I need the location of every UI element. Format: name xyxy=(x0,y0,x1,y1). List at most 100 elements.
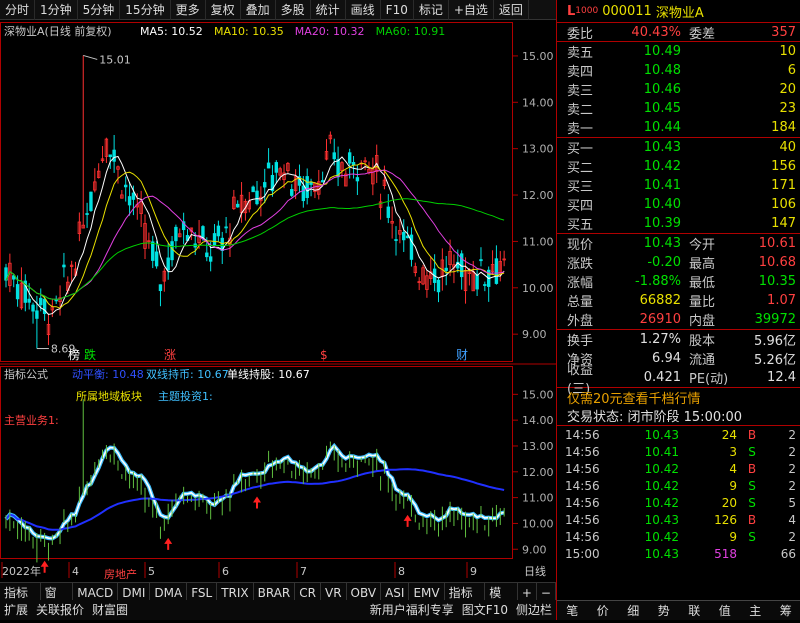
toolbar-item-3[interactable]: 15分钟 xyxy=(120,0,170,20)
chart-title: 深物业A(日线 前复权) xyxy=(4,24,112,38)
indicator-label-2: 单线持股: 10.67 xyxy=(227,367,310,381)
toolbar-item-2[interactable]: 5分钟 xyxy=(78,0,121,20)
ask-book: 卖五10.4910卖四10.486卖三10.4620卖二10.4523卖一10.… xyxy=(557,41,800,137)
trade-ticks: 14:5610.4324B214:5610.413S214:5610.424B2… xyxy=(557,425,800,562)
weibi-row: 委比 40.43% 委差 357 xyxy=(557,22,800,41)
stat-row: 现价10.43今开10.61 xyxy=(557,234,800,253)
candle-body xyxy=(124,185,127,187)
high-pointer xyxy=(83,55,97,59)
candle-body xyxy=(28,299,31,302)
candle-body xyxy=(445,268,448,270)
toolbar-item-6[interactable]: 叠加 xyxy=(241,0,276,20)
candle-body xyxy=(236,204,239,207)
toolbar-item-5[interactable]: 复权 xyxy=(206,0,241,20)
ask-row: 卖二10.4523 xyxy=(557,99,800,118)
toolbar-item-11[interactable]: 标记 xyxy=(414,0,449,20)
main-y-tick-label: 13.00 xyxy=(522,143,554,156)
candle-body xyxy=(36,311,39,319)
candle-body xyxy=(63,265,66,267)
trade-row: 14:5610.4324B2 xyxy=(557,426,800,443)
candle-body xyxy=(159,285,162,291)
toolbar-item-12[interactable]: +自选 xyxy=(449,0,494,20)
candle-body xyxy=(263,182,266,187)
trade-row: 14:5610.413S2 xyxy=(557,443,800,460)
quote-panel: L 1000 000011 深物业A 委比 40.43% 委差 357 卖五10… xyxy=(556,0,800,620)
promo-banner[interactable]: 仅需20元查看千档行情 xyxy=(557,387,800,406)
toolbar-item-10[interactable]: F10 xyxy=(381,0,414,20)
weicha-value: 357 xyxy=(731,25,796,40)
candle-body xyxy=(476,275,479,289)
toolbar-item-13[interactable]: 返回 xyxy=(494,0,529,20)
trade-row: 15:0010.4351866 xyxy=(557,545,800,562)
toolbar-item-0[interactable]: 分时 xyxy=(0,0,35,20)
stat-row: 总量66882量比1.07 xyxy=(557,291,800,310)
trade-row: 14:5610.424B2 xyxy=(557,460,800,477)
ask-row: 卖三10.4620 xyxy=(557,80,800,99)
chart-area: 深物业A(日线 前复权)MA5: 10.52MA10: 10.35MA20: 1… xyxy=(0,22,556,582)
indicator-label-1: 双线持币: 10.67 xyxy=(146,367,229,381)
bid-row: 买一10.4340 xyxy=(557,138,800,157)
event-marker-4[interactable]: 财 xyxy=(456,348,468,362)
quote-tab-2[interactable]: 细 xyxy=(618,602,649,619)
footer-right-0[interactable]: 新用户福利专享 xyxy=(366,600,458,620)
weibi-value: 40.43% xyxy=(611,25,681,40)
candle-body xyxy=(132,193,135,199)
period-label[interactable]: 日线 xyxy=(524,564,546,578)
footer-right-1[interactable]: 图文F10 xyxy=(458,600,512,620)
level-icon: L xyxy=(567,4,575,19)
ma-line-10 xyxy=(6,163,504,308)
ma-line-20 xyxy=(6,170,504,299)
candle-body xyxy=(217,226,220,236)
candle-body xyxy=(151,242,154,261)
candle-body xyxy=(86,214,89,215)
x-label-6: 9 xyxy=(470,565,477,578)
footer-left-2[interactable]: 财富圈 xyxy=(88,600,132,620)
trade-status: 交易状态: 闭市阶段 15:00:00 xyxy=(557,406,800,425)
candle-body xyxy=(16,285,19,299)
event-marker-1[interactable]: 跌 xyxy=(84,347,96,362)
candle-body xyxy=(348,153,351,163)
footer-left-1[interactable]: 关联报价 xyxy=(32,600,88,620)
trade-row: 14:5610.429S2 xyxy=(557,477,800,494)
ask-row: 卖四10.486 xyxy=(557,61,800,80)
candle-body xyxy=(171,242,174,260)
event-marker-3[interactable]: $ xyxy=(320,348,328,362)
quote-tab-4[interactable]: 联 xyxy=(679,602,710,619)
quote-tab-7[interactable]: 筹 xyxy=(771,602,800,619)
candle-body xyxy=(252,187,255,192)
toolbar-item-9[interactable]: 画线 xyxy=(346,0,381,20)
indicator-label-0: 动平衡: 10.48 xyxy=(72,368,144,381)
indicator-tabs: 指标A窗口MACDDMIDMAFSLTRIXBRARCRVROBVASIEMV指… xyxy=(0,582,556,602)
event-marker-0[interactable]: 榜 xyxy=(68,347,80,362)
candle-body xyxy=(302,186,305,201)
x-label-2: 5 xyxy=(148,565,155,578)
quote-tab-6[interactable]: 主 xyxy=(740,602,771,619)
candle-body xyxy=(209,257,212,261)
quote-tab-3[interactable]: 势 xyxy=(649,602,680,619)
ind-y-tick-label: 14.00 xyxy=(522,414,554,427)
quote-tab-1[interactable]: 价 xyxy=(588,602,619,619)
indicator-row2-1: 所属地域板块 xyxy=(76,389,142,403)
candle-body xyxy=(32,305,35,311)
quote-footer-tabs: 笔价细势联值主筹 xyxy=(557,600,800,620)
candle-body xyxy=(109,155,112,157)
toolbar-item-8[interactable]: 统计 xyxy=(311,0,346,20)
bid-row: 买二10.42156 xyxy=(557,157,800,176)
quote-tab-0[interactable]: 笔 xyxy=(557,602,588,619)
indicator-title[interactable]: 指标公式 xyxy=(4,367,48,381)
sector-annotation: 房地产 xyxy=(104,567,137,581)
footer-right-2[interactable]: 侧边栏 xyxy=(512,600,556,620)
footer-left-0[interactable]: 扩展 xyxy=(0,600,32,620)
x-label-5: 8 xyxy=(398,565,405,578)
candle-body xyxy=(495,259,498,284)
kline-chart[interactable]: 深物业A(日线 前复权)MA5: 10.52MA10: 10.35MA20: 1… xyxy=(0,22,556,582)
ind-y-tick-label: 13.00 xyxy=(522,440,554,453)
candle-body xyxy=(437,280,440,292)
candle-body xyxy=(267,163,270,168)
quote-tab-5[interactable]: 值 xyxy=(710,602,741,619)
toolbar-item-7[interactable]: 多股 xyxy=(276,0,311,20)
event-marker-2[interactable]: 涨 xyxy=(164,347,176,362)
toolbar-item-1[interactable]: 1分钟 xyxy=(35,0,78,20)
toolbar-item-4[interactable]: 更多 xyxy=(171,0,206,20)
candle-body xyxy=(55,300,58,301)
